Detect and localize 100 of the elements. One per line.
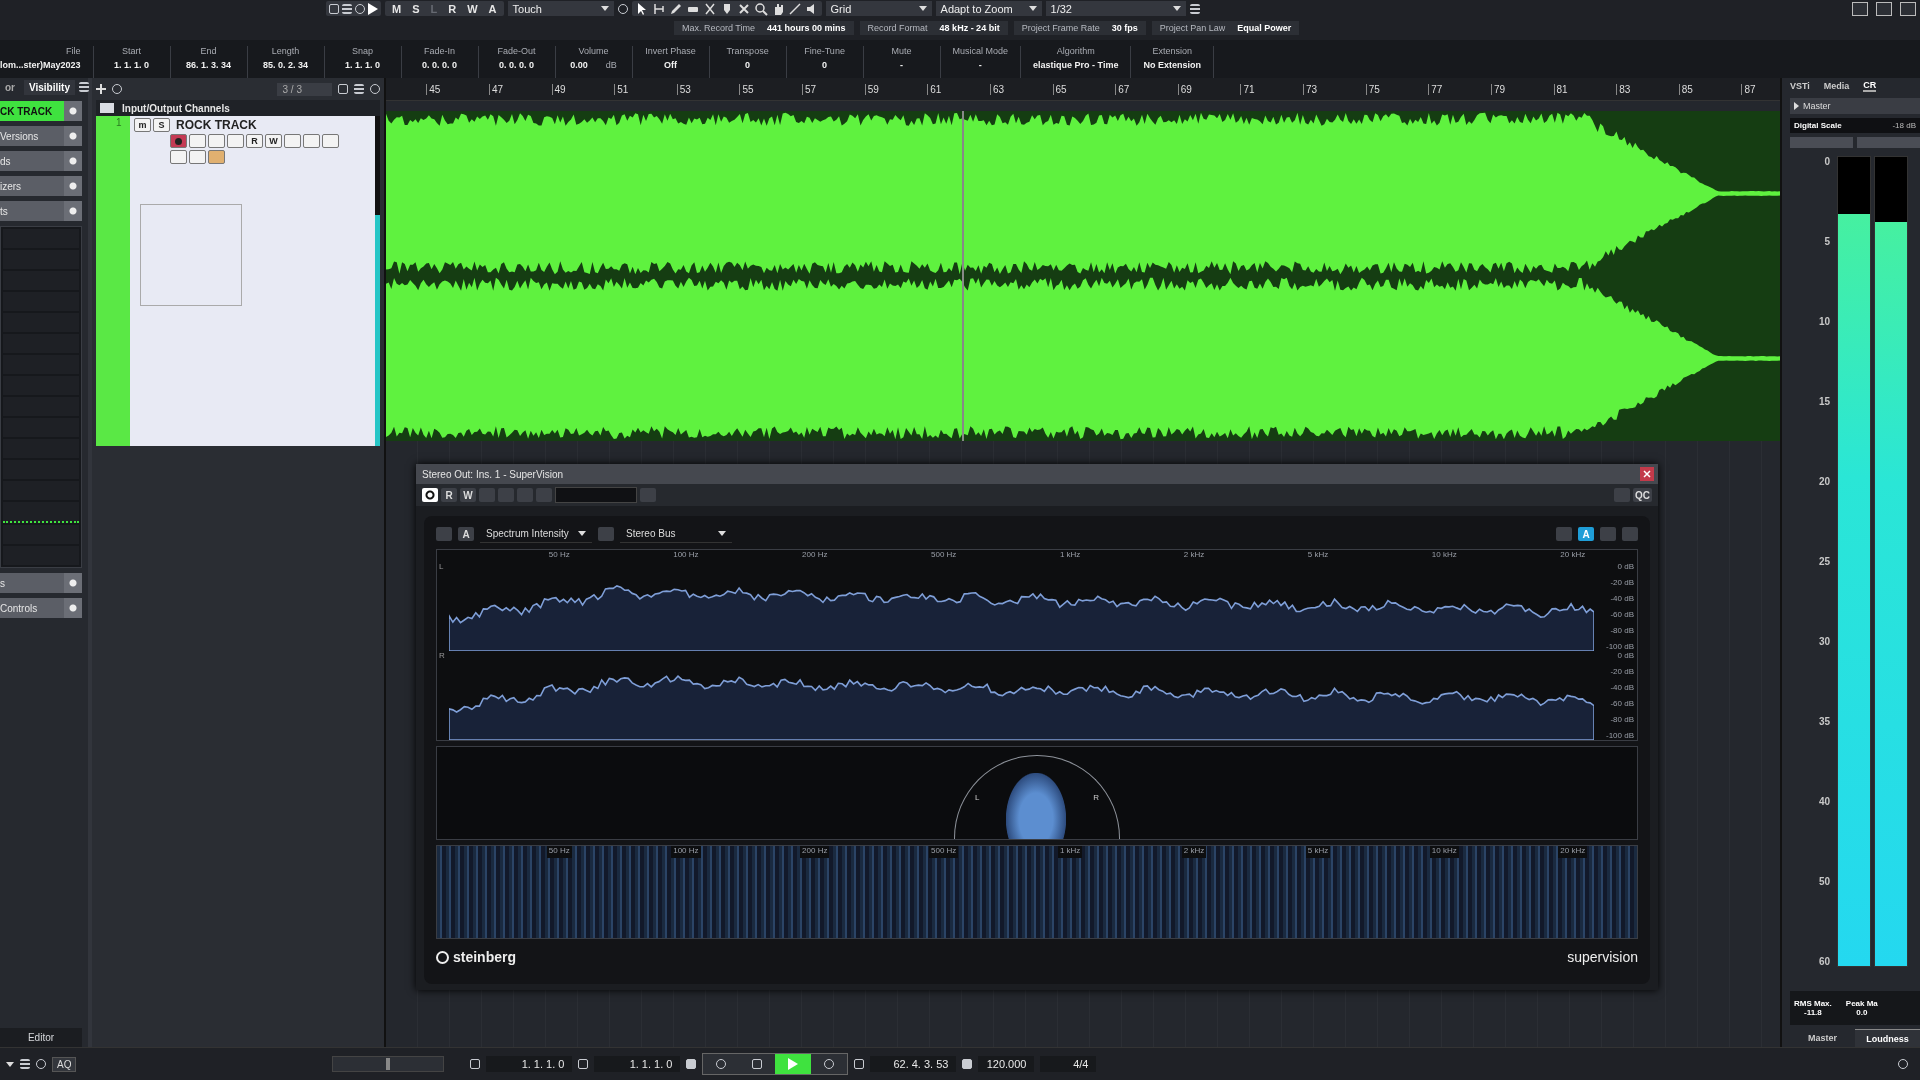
snap-type-dropdown[interactable]: Grid <box>825 1 932 16</box>
caret-icon[interactable] <box>6 1061 14 1067</box>
editor-tab[interactable]: Editor <box>0 1028 82 1047</box>
track-number: 1 <box>115 117 122 128</box>
frequency-label: 2 kHz <box>1181 846 1207 858</box>
status-value: 48 kHz - 24 bit <box>939 23 1000 33</box>
inspector-tab[interactable]: or <box>0 79 20 95</box>
frequency-label: 1 kHz <box>1059 550 1081 561</box>
list-icon[interactable] <box>342 3 352 14</box>
channel-label: L <box>975 793 980 802</box>
power-icon[interactable] <box>422 488 438 502</box>
right-locator-field[interactable]: 1. 1. 1. 0 <box>594 1056 681 1072</box>
info-label: Snap <box>352 46 374 56</box>
info-value[interactable]: 0 <box>822 60 828 70</box>
db-label: -80 dB <box>1610 715 1634 724</box>
audio-event[interactable] <box>386 111 1780 441</box>
scale-value: -18 dB <box>1892 121 1916 130</box>
quantize-dropdown[interactable]: 1/32 <box>1045 1 1186 16</box>
meter-scale-label: 40 <box>1818 796 1830 807</box>
status-label: Record Format <box>867 23 928 33</box>
write-button[interactable]: W <box>460 488 476 502</box>
info-value[interactable]: Off <box>664 60 678 70</box>
info-value[interactable]: elastique Pro - Time <box>1033 60 1119 70</box>
position-field[interactable]: 62. 4. 3. 53 <box>870 1056 957 1072</box>
range-tool-icon[interactable] <box>651 1 666 16</box>
info-value[interactable]: - <box>978 60 982 70</box>
read-button[interactable]: R <box>246 134 263 148</box>
left-locator-field[interactable]: 1. 1. 1. 0 <box>486 1056 573 1072</box>
aq-button[interactable]: AQ <box>52 1056 77 1072</box>
align-icon[interactable] <box>1189 3 1200 14</box>
tempo-field[interactable]: 120.000 <box>978 1056 1035 1072</box>
read-button[interactable]: R <box>441 488 457 502</box>
record-button[interactable] <box>811 1054 848 1074</box>
menu-icon[interactable] <box>78 82 89 92</box>
pencil-tool-icon[interactable] <box>668 1 683 16</box>
info-value[interactable]: 85. 0. 2. 34 <box>263 60 309 70</box>
info-value[interactable]: 0. 0. 0. 0 <box>499 60 535 70</box>
automation-mode-button[interactable]: M <box>388 1 406 16</box>
info-value[interactable]: lom...ster)May2023 <box>0 60 81 70</box>
brand-name: steinberg <box>453 949 516 965</box>
info-value[interactable]: 1. 1. 1. 0 <box>345 60 381 70</box>
empty-slot[interactable] <box>3 502 79 523</box>
cycle-button[interactable] <box>703 1054 740 1074</box>
zone-tab[interactable]: Media <box>1823 81 1850 91</box>
track-name[interactable]: ROCK TRACK <box>176 118 257 132</box>
inspector-section[interactable]: s <box>0 577 5 589</box>
scissors-tool-icon[interactable] <box>702 1 717 16</box>
qc-button[interactable]: QC <box>1633 488 1652 502</box>
record-enable-button[interactable] <box>170 134 187 148</box>
list-icon[interactable] <box>354 84 364 94</box>
timeline-ruler[interactable]: 45 47 49 51 53 55 57 59 61 63 65 67 69 71 73 75 77 79 81 83 85 87 <box>386 78 1780 101</box>
frequency-label: 100 Hz <box>671 846 701 858</box>
automation-mode-button[interactable]: W <box>463 1 482 16</box>
mute-tool-icon[interactable] <box>736 1 751 16</box>
module-dropdown[interactable]: Spectrum Intensity <box>480 525 592 543</box>
bar-number: 51 <box>614 83 629 95</box>
inspector-tab[interactable]: Visibility <box>24 79 75 95</box>
automation-mode-button[interactable]: R <box>444 1 461 16</box>
shuttle-slider[interactable] <box>332 1056 445 1072</box>
info-label: Fine-Tune <box>804 46 845 56</box>
info-value[interactable]: 0.00 <box>570 60 588 70</box>
info-value[interactable]: - <box>900 60 904 70</box>
db-label: -40 dB <box>1610 683 1634 692</box>
meter-tab[interactable]: Loudness <box>1855 1029 1920 1047</box>
inspector-section[interactable]: ts <box>0 205 8 217</box>
master-section-header[interactable]: Master <box>1803 101 1831 111</box>
play-button[interactable] <box>775 1054 812 1074</box>
inspector-section[interactable]: ds <box>0 155 11 167</box>
layout-right-icon[interactable] <box>1900 1 1916 16</box>
window-title: Stereo Out: Ins. 1 - SuperVision <box>422 468 563 480</box>
zoom-mode-dropdown[interactable]: Adapt to Zoom <box>935 1 1042 16</box>
layout-left-icon[interactable] <box>1852 1 1868 16</box>
track-picture-frame[interactable] <box>140 204 242 306</box>
meter-tab[interactable]: Master <box>1790 1029 1855 1047</box>
expand-icon[interactable] <box>1794 102 1799 110</box>
shuttle-thumb[interactable] <box>386 1058 391 1070</box>
info-value[interactable]: 1. 1. 1. 0 <box>114 60 150 70</box>
time-signature-field[interactable]: 4/4 <box>1040 1056 1097 1072</box>
bus-dropdown[interactable]: Stereo Bus <box>620 525 732 543</box>
line-tool-icon[interactable] <box>787 1 802 16</box>
solo-button[interactable]: S <box>153 118 170 132</box>
automation-mode-button[interactable]: A <box>484 1 501 16</box>
a-button[interactable]: A <box>458 527 474 541</box>
zoom-tool-icon[interactable] <box>753 1 768 16</box>
mute-button[interactable]: m <box>134 118 151 132</box>
stop-button[interactable] <box>739 1054 776 1074</box>
info-value[interactable]: 86. 1. 3. 34 <box>186 60 232 70</box>
preset-field[interactable] <box>555 487 637 503</box>
automation-mode-dropdown[interactable]: Touch <box>507 1 614 16</box>
automation-mode-button[interactable]: S <box>408 1 424 16</box>
info-value[interactable]: 0 <box>745 60 751 70</box>
zone-tab[interactable]: VSTi <box>1790 81 1810 91</box>
layout-bottom-icon[interactable] <box>1876 1 1892 16</box>
inspector-section[interactable]: izers <box>0 180 22 192</box>
db-label: -100 dB <box>1605 642 1634 651</box>
info-value[interactable]: 0. 0. 0. 0 <box>422 60 458 70</box>
info-value[interactable]: No Extension <box>1143 60 1201 70</box>
write-button[interactable]: W <box>265 134 282 148</box>
zone-tab[interactable]: CR <box>1863 80 1877 92</box>
close-icon[interactable] <box>1640 467 1654 481</box>
